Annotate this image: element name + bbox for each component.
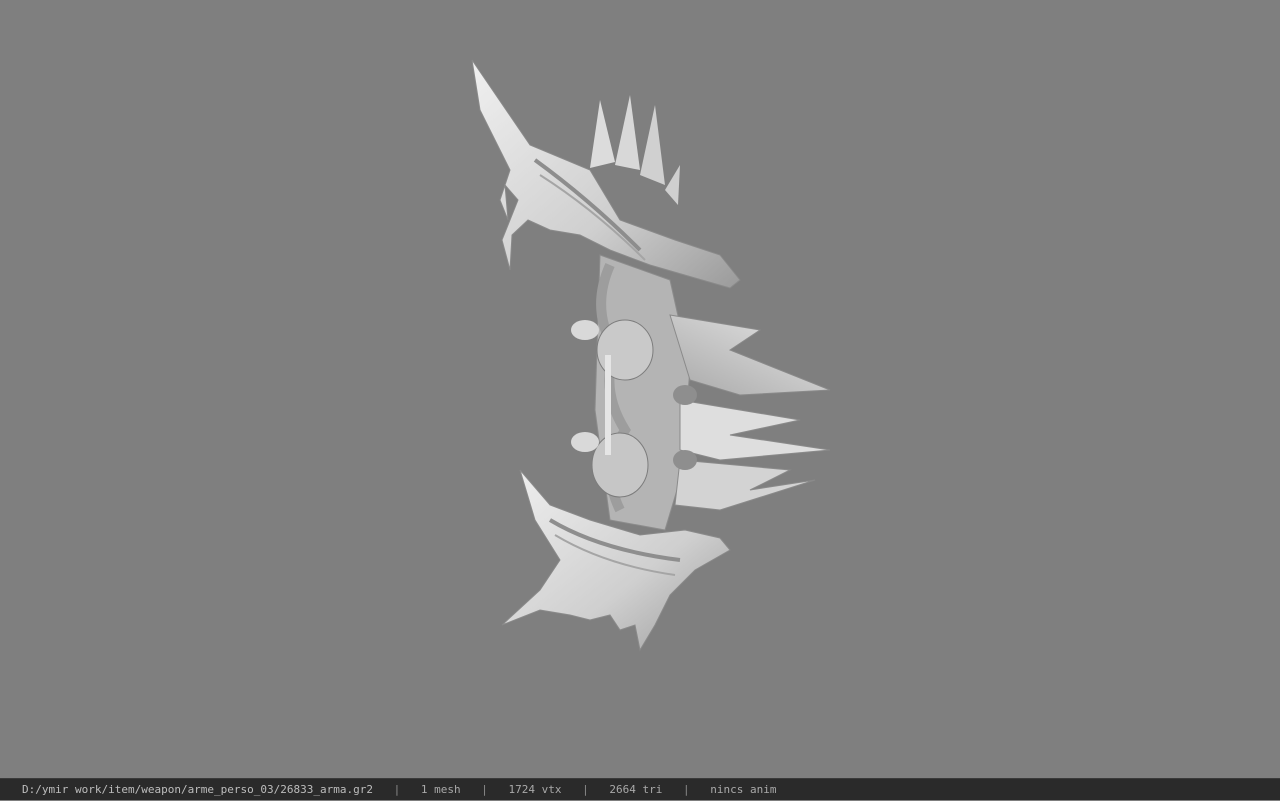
separator: |	[393, 783, 401, 796]
bow-weapon-model	[471, 59, 831, 652]
vertex-count: 1724 vtx	[508, 783, 562, 796]
separator: |	[682, 783, 690, 796]
mesh-count: 1 mesh	[420, 783, 461, 796]
animation-status: nincs anim	[710, 783, 777, 796]
triangle-count: 2664 tri	[609, 783, 663, 796]
separator: |	[582, 783, 589, 796]
status-bar: D:/ymir work/item/weapon/arme_perso_03/2…	[0, 778, 1280, 800]
separator: |	[481, 783, 488, 796]
file-path: D:/ymir work/item/weapon/arme_perso_03/2…	[22, 783, 373, 796]
3d-viewport[interactable]	[0, 0, 1280, 778]
